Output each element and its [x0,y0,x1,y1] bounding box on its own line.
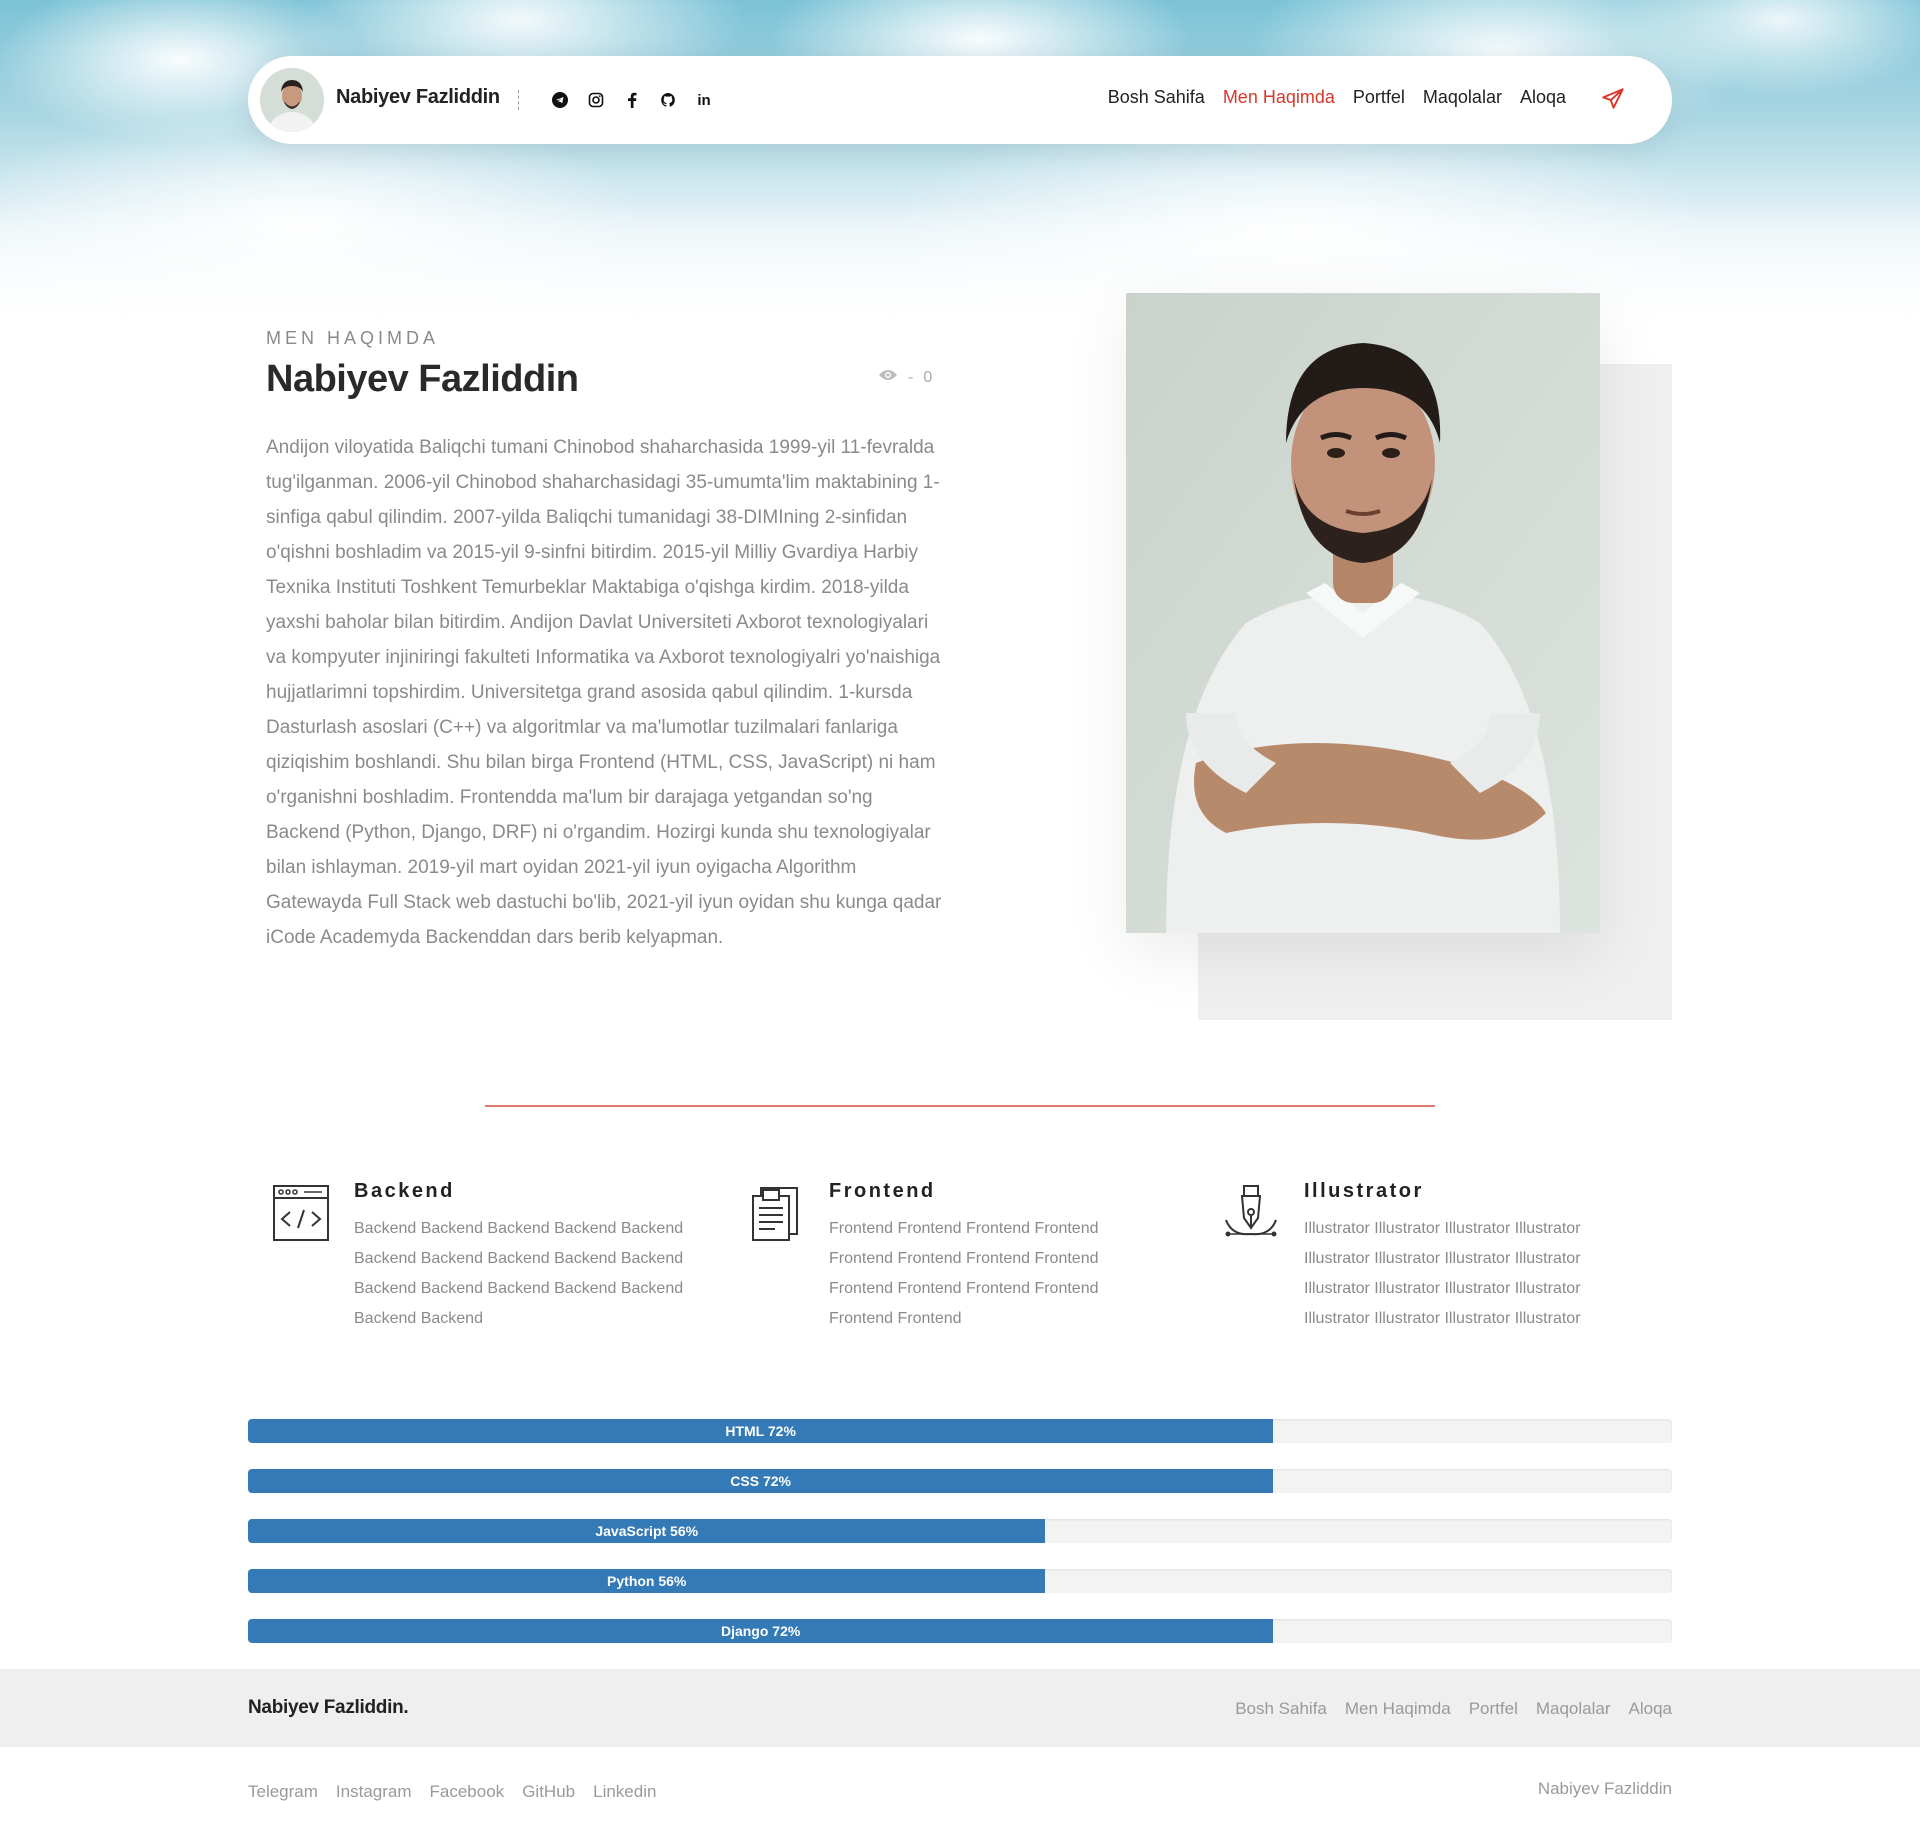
page-title: Nabiyev Fazliddin [266,358,579,400]
portrait-illustration [1126,293,1600,933]
progress-bar-python: Python 56% [248,1569,1672,1593]
footer-social-telegram[interactable]: Telegram [248,1782,318,1802]
footer-socials: Telegram Instagram Facebook GitHub Linke… [248,1782,656,1802]
section-eyebrow: MEN HAQIMDA [266,328,440,348]
progress-bar-javascript: JavaScript 56% [248,1519,1672,1543]
nav-item-bosh-sahifa[interactable]: Bosh Sahifa [1108,87,1205,108]
nav-item-maqolalar[interactable]: Maqolalar [1423,87,1502,108]
bio-text: Andijon viloyatida Baliqchi tumani Chino… [266,437,942,948]
footer-link-bosh-sahifa[interactable]: Bosh Sahifa [1235,1699,1327,1719]
nav-item-aloqa[interactable]: Aloqa [1520,87,1566,108]
progress-label: CSS 72% [730,1473,791,1489]
footer-social-linkedin[interactable]: Linkedin [593,1782,656,1802]
footer-link-portfel[interactable]: Portfel [1469,1699,1518,1719]
progress-label: JavaScript 56% [595,1523,699,1539]
section-divider [485,1105,1435,1107]
footer-menu: Bosh Sahifa Men Haqimda Portfel Maqolala… [1235,1699,1672,1719]
progress-bar-html: HTML 72% [248,1419,1672,1443]
nav-item-portfel[interactable]: Portfel [1353,87,1405,108]
nav-socials: in [552,90,712,110]
service-text: Illustrator Illustrator Illustrator Illu… [1304,1220,1581,1327]
footer-link-men-haqimda[interactable]: Men Haqimda [1345,1699,1451,1719]
pen-tool-icon [1222,1184,1282,1244]
views-separator: - [908,368,914,386]
views-count: 0 [923,368,933,386]
progress-label: Python 56% [607,1573,687,1589]
code-window-icon [272,1184,332,1244]
service-text: Frontend Frontend Frontend Frontend Fron… [829,1220,1099,1327]
footer-social-instagram[interactable]: Instagram [336,1782,412,1802]
avatar-photo [260,68,324,132]
service-text: Backend Backend Backend Backend Backend … [354,1220,684,1327]
footer-social-github[interactable]: GitHub [522,1782,575,1802]
eye-icon [878,368,898,387]
footer-link-maqolalar[interactable]: Maqolalar [1536,1699,1611,1719]
progress-label: Django 72% [720,1623,801,1639]
send-icon[interactable] [1600,86,1626,112]
linkedin-icon[interactable]: in [696,90,712,110]
footer-social-facebook[interactable]: Facebook [430,1782,505,1802]
avatar[interactable] [260,68,324,132]
facebook-icon[interactable] [624,90,640,110]
skills-progress: HTML 72% CSS 72% JavaScript 56% Python 5… [248,1419,1672,1669]
service-title: Illustrator [1304,1180,1424,1202]
progress-label: HTML 72% [725,1423,796,1439]
footer-copyright: Nabiyev Fazliddin [1537,1779,1672,1798]
profile-photo [1126,293,1600,933]
telegram-icon[interactable] [552,90,568,110]
nav-divider [518,90,519,110]
nav-menu: Bosh Sahifa Men Haqimda Portfel Maqolala… [1108,87,1566,108]
service-title: Backend [354,1180,455,1202]
documents-icon [747,1184,807,1244]
top-navbar: Nabiyev Fazliddin in Bosh Sahifa Men Haq… [248,56,1672,144]
sky-fade [0,200,1920,340]
footer-link-aloqa[interactable]: Aloqa [1629,1699,1672,1719]
github-icon[interactable] [660,90,676,110]
service-title: Frontend [829,1180,936,1202]
nav-item-men-haqimda[interactable]: Men Haqimda [1223,87,1335,108]
instagram-icon[interactable] [588,90,604,110]
progress-bar-django: Django 72% [248,1619,1672,1643]
nav-brand-name[interactable]: Nabiyev Fazliddin [336,86,500,109]
progress-bar-css: CSS 72% [248,1469,1672,1493]
view-counter: - 0 [878,368,932,387]
footer-brand[interactable]: Nabiyev Fazliddin. [248,1697,409,1719]
